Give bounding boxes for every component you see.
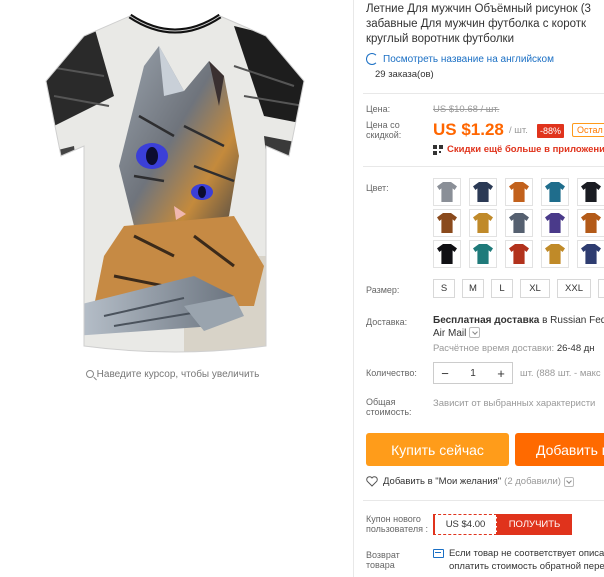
color-swatch-wolf[interactable]: [541, 178, 569, 206]
tshirt-thumbnail: [509, 244, 529, 264]
price-unit: / шт.: [509, 125, 528, 136]
returns-label: Возврат товара: [366, 550, 400, 570]
product-image-area[interactable]: Наведите курсор, чтобы увеличить: [0, 0, 345, 395]
color-swatch-skull[interactable]: [433, 240, 461, 268]
color-swatch-eagle[interactable]: [469, 240, 497, 268]
qr-code-icon: [433, 145, 443, 155]
color-swatch-lion3[interactable]: [577, 240, 604, 268]
size-option-xxl[interactable]: XXL: [557, 279, 591, 298]
color-swatch-fox[interactable]: [577, 209, 604, 237]
old-price: US $10.68 / шт.: [433, 104, 500, 115]
add-to-wishlist[interactable]: Добавить в "Мои желания" (2 добавили): [366, 476, 574, 487]
buy-now-button[interactable]: Купить сейчас: [366, 433, 509, 466]
stock-info: шт. (888 шт. - макс: [520, 368, 601, 379]
tshirt-thumbnail: [581, 182, 601, 202]
translate-icon: [366, 53, 378, 65]
color-swatch-lion2[interactable]: [469, 209, 497, 237]
tshirt-thumbnail: [473, 213, 493, 233]
size-option-xl[interactable]: XL: [520, 279, 550, 298]
size-option-3xl[interactable]: 3: [598, 279, 604, 298]
color-swatch-cat[interactable]: [433, 178, 461, 206]
tshirt-thumbnail: [437, 213, 457, 233]
column-divider: [353, 0, 354, 577]
discount-price-label: Цена со скидкой:: [366, 120, 402, 140]
divider: [363, 93, 604, 94]
color-swatch-dark[interactable]: [577, 178, 604, 206]
quantity-label: Количество:: [366, 368, 417, 378]
size-options: S M L XL XXL 3: [433, 279, 604, 298]
discount-badge: -88%: [537, 124, 565, 138]
magnifier-icon: [85, 370, 94, 378]
color-swatch-fire[interactable]: [505, 240, 533, 268]
tshirt-thumbnail: [509, 182, 529, 202]
color-swatch-lion[interactable]: [505, 178, 533, 206]
size-option-m[interactable]: M: [462, 279, 484, 298]
tshirt-thumbnail: [509, 213, 529, 233]
quantity-increase-button[interactable]: +: [490, 366, 512, 381]
price-label: Цена:: [366, 104, 391, 114]
app-discount-link[interactable]: Скидки ещё больше в приложени: [447, 144, 604, 155]
coupon-value: US $4.00: [433, 514, 497, 535]
tshirt-thumbnail: [581, 244, 601, 264]
color-swatch-galaxy[interactable]: [541, 209, 569, 237]
wishlist-dropdown-icon[interactable]: [563, 476, 574, 487]
get-coupon-button[interactable]: ПОЛУЧИТЬ: [497, 514, 572, 535]
tshirt-thumbnail: [545, 213, 565, 233]
quantity-decrease-button[interactable]: −: [434, 366, 456, 381]
tshirt-thumbnail: [437, 244, 457, 264]
orders-count: 29 заказа(ов): [375, 69, 434, 80]
product-title: Летние Для мужчин Объёмный рисунок (3 за…: [366, 3, 591, 45]
quantity-stepper: − 1 +: [433, 362, 513, 384]
shipping-dropdown-icon[interactable]: [469, 327, 481, 338]
total-note: Зависит от выбранных характеристи: [433, 398, 596, 409]
color-swatches: [433, 178, 604, 268]
tshirt-thumbnail: [545, 244, 565, 264]
discount-price: US $1.28: [433, 120, 504, 139]
translate-title-link[interactable]: Посмотреть название на английском: [366, 53, 604, 65]
heart-icon: [366, 476, 378, 487]
divider: [363, 166, 604, 167]
product-image[interactable]: [34, 6, 316, 356]
tshirt-thumbnail: [437, 182, 457, 202]
color-swatch-tiger[interactable]: [469, 178, 497, 206]
color-label: Цвет:: [366, 183, 389, 193]
size-option-l[interactable]: L: [491, 279, 513, 298]
return-policy-text: Если товар не соответствует описа оплати…: [449, 548, 604, 572]
return-policy-icon: [433, 549, 444, 558]
size-option-s[interactable]: S: [433, 279, 455, 298]
color-swatch-wolf2[interactable]: [505, 209, 533, 237]
wishlist-count: (2 добавили): [504, 476, 561, 487]
zoom-hint: Наведите курсор, чтобы увеличить: [0, 369, 345, 380]
tshirt-thumbnail: [581, 213, 601, 233]
tshirt-thumbnail: [473, 182, 493, 202]
coupon-label: Купон нового пользователя :: [366, 514, 428, 534]
color-swatch-leopard[interactable]: [541, 240, 569, 268]
shipping-label: Доставка:: [366, 317, 408, 327]
delivery-time: Расчётное время доставки: 26-48 дн: [433, 343, 595, 354]
shipping-method[interactable]: Бесплатная доставка в Russian Fede Air M…: [433, 314, 604, 340]
divider: [363, 500, 604, 501]
size-label: Размер:: [366, 285, 400, 295]
total-label: Общая стоимость:: [366, 397, 412, 417]
product-info: Летние Для мужчин Объёмный рисунок (3 за…: [366, 0, 604, 80]
tshirt-thumbnail: [545, 182, 565, 202]
tshirt-thumbnail: [473, 244, 493, 264]
quantity-value[interactable]: 1: [470, 368, 476, 379]
color-swatch-tiger2[interactable]: [433, 209, 461, 237]
add-to-cart-button[interactable]: Добавить в: [515, 433, 604, 466]
time-left-tag: Остал: [572, 123, 604, 137]
